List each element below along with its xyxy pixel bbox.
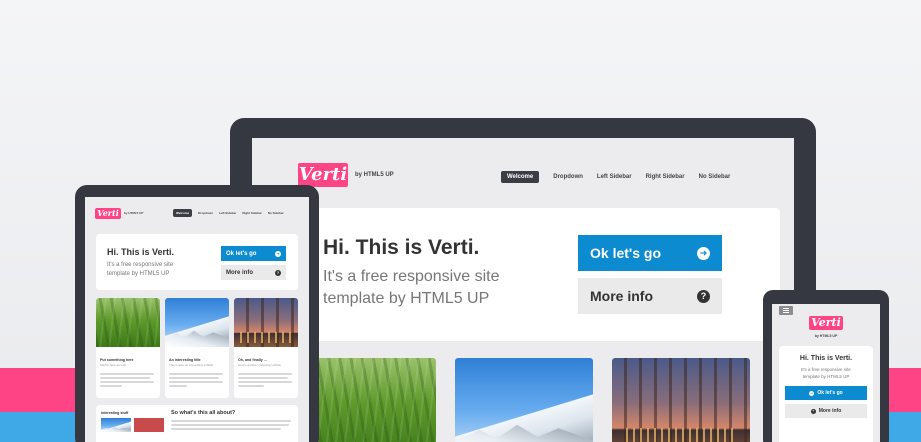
hero-subtitle-line2-tablet: template by HTML5 UP bbox=[107, 271, 170, 277]
card-text-line bbox=[100, 381, 154, 383]
feature-card-city bbox=[612, 358, 750, 442]
hero-title-phone: Hi. This is Verti. bbox=[799, 355, 853, 362]
city-lights-image[interactable] bbox=[234, 298, 298, 347]
section-about-title: So what's this all about? bbox=[171, 410, 236, 416]
arrow-right-circle-icon: ➜ bbox=[697, 246, 710, 260]
card-text-line bbox=[238, 377, 288, 379]
ok-lets-go-label-phone: Ok let's go bbox=[817, 390, 843, 396]
lower-section-tablet: Interesting stuff So what's this all abo… bbox=[96, 405, 298, 442]
question-circle-icon: ? bbox=[810, 408, 816, 414]
feature-card-mountain bbox=[455, 358, 593, 442]
snowy-mountains-image[interactable] bbox=[165, 298, 229, 347]
hero-title: Hi. This is Verti. bbox=[323, 236, 480, 259]
site-logo-tablet[interactable]: Verti bbox=[95, 208, 121, 219]
more-info-button[interactable]: More info ? bbox=[578, 278, 722, 314]
hero-title-tablet: Hi. This is Verti. bbox=[107, 247, 175, 257]
more-info-label: More info bbox=[590, 288, 653, 304]
nav-dropdown-tablet[interactable]: Dropdown bbox=[198, 211, 213, 215]
nav-left-sidebar-tablet[interactable]: Left Sidebar bbox=[219, 211, 236, 215]
ok-lets-go-button-tablet[interactable]: Ok let's go ➜ bbox=[221, 246, 286, 261]
site-logo[interactable]: Verti bbox=[298, 163, 348, 187]
hero-subtitle-line2: template by HTML5 UP bbox=[323, 290, 490, 307]
more-info-label-phone: More info bbox=[818, 408, 842, 414]
site-tagline-phone: by HTML5 UP bbox=[814, 334, 838, 338]
ok-lets-go-button[interactable]: Ok let's go ➜ bbox=[578, 235, 722, 271]
phone-frame: Verti by HTML5 UP Hi. This is Verti. It'… bbox=[763, 290, 889, 442]
hero-subtitle-line1-phone: It's a free responsive site bbox=[801, 367, 851, 372]
city-lights-image[interactable] bbox=[612, 358, 750, 442]
more-info-button-tablet[interactable]: More info ? bbox=[221, 265, 286, 280]
hero-panel: Hi. This is Verti. It's a free responsiv… bbox=[300, 208, 780, 341]
question-circle-icon: ? bbox=[275, 269, 281, 276]
wheat-field-image[interactable] bbox=[300, 358, 436, 442]
card-text-line bbox=[238, 381, 292, 383]
card-text-line bbox=[169, 373, 223, 375]
hero-subtitle-line1-tablet: It's a free responsive site bbox=[107, 262, 174, 268]
card-text-line bbox=[238, 385, 264, 387]
hero-panel-tablet: Hi. This is Verti. It's a free responsiv… bbox=[96, 234, 298, 290]
nav-right-sidebar-tablet[interactable]: Right Sidebar bbox=[242, 211, 262, 215]
site-tagline-tablet: by HTML5 UP bbox=[124, 211, 144, 215]
more-info-label-tablet: More info bbox=[226, 269, 253, 276]
mini-thumbnail[interactable] bbox=[134, 418, 164, 432]
feature-card-mountain-tablet: An interesting title This is also an int… bbox=[165, 298, 229, 398]
card-subtitle: This is also an interesting subtitle bbox=[169, 363, 214, 367]
card-text-line bbox=[169, 381, 223, 383]
snowy-mountains-image[interactable] bbox=[455, 358, 593, 442]
main-nav-tablet: Welcome Dropdown Left Sidebar Right Side… bbox=[173, 209, 284, 217]
card-subtitle: Here's another intriguing subtitle bbox=[238, 363, 281, 367]
nav-welcome-tablet[interactable]: Welcome bbox=[173, 209, 193, 217]
card-title: Oh, and finally ... bbox=[238, 358, 267, 362]
question-circle-icon: ? bbox=[697, 289, 710, 303]
wheat-field-image[interactable] bbox=[96, 298, 160, 347]
site-tagline: by HTML5 UP bbox=[355, 172, 394, 178]
nav-right-sidebar[interactable]: Right Sidebar bbox=[646, 174, 685, 180]
hero-panel-phone: Hi. This is Verti. It's a free responsiv… bbox=[779, 346, 873, 442]
card-text-line bbox=[169, 385, 187, 387]
hero-subtitle-line1: It's a free responsive site bbox=[323, 268, 500, 285]
card-title: An interesting title bbox=[169, 358, 201, 362]
menu-icon[interactable] bbox=[779, 306, 793, 315]
ok-lets-go-label-tablet: Ok let's go bbox=[226, 250, 257, 257]
card-text-line bbox=[100, 385, 122, 387]
section-text-line bbox=[171, 424, 289, 426]
feature-card-wheat bbox=[300, 358, 436, 442]
tablet-frame: Verti by HTML5 UP Welcome Dropdown Left … bbox=[75, 185, 319, 442]
nav-welcome[interactable]: Welcome bbox=[501, 171, 540, 183]
hero-subtitle-line2-phone: template by HTML5 UP bbox=[802, 374, 850, 379]
ok-lets-go-label: Ok let's go bbox=[590, 245, 662, 261]
main-nav: Welcome Dropdown Left Sidebar Right Side… bbox=[501, 171, 730, 183]
arrow-right-circle-icon: ➜ bbox=[809, 390, 815, 396]
feature-card-city-tablet: Oh, and finally ... Here's another intri… bbox=[234, 298, 298, 398]
mini-thumbnail[interactable] bbox=[101, 418, 131, 432]
arrow-right-circle-icon: ➜ bbox=[275, 250, 281, 257]
nav-no-sidebar-tablet[interactable]: No Sidebar bbox=[268, 211, 284, 215]
card-text-line bbox=[169, 377, 219, 379]
phone-screen: Verti by HTML5 UP Hi. This is Verti. It'… bbox=[772, 304, 880, 442]
nav-no-sidebar[interactable]: No Sidebar bbox=[699, 174, 731, 180]
nav-dropdown[interactable]: Dropdown bbox=[553, 174, 583, 180]
laptop-screen: Verti by HTML5 UP Welcome Dropdown Left … bbox=[252, 138, 794, 442]
card-text-line bbox=[100, 373, 154, 375]
feature-card-wheat-tablet: Put something here Maybe here as well bbox=[96, 298, 160, 398]
card-text-line bbox=[238, 373, 292, 375]
ok-lets-go-button-phone[interactable]: ➜ Ok let's go bbox=[785, 386, 867, 400]
card-text-line bbox=[100, 377, 150, 379]
section-interesting-title: Interesting stuff bbox=[101, 411, 129, 415]
site-logo-phone[interactable]: Verti bbox=[809, 316, 843, 330]
card-subtitle: Maybe here as well bbox=[100, 363, 126, 367]
more-info-button-phone[interactable]: ? More info bbox=[785, 404, 867, 418]
nav-left-sidebar[interactable]: Left Sidebar bbox=[597, 174, 632, 180]
section-text-line bbox=[171, 428, 281, 430]
card-title: Put something here bbox=[100, 358, 134, 362]
section-text-line bbox=[171, 420, 291, 422]
tablet-screen: Verti by HTML5 UP Welcome Dropdown Left … bbox=[85, 197, 309, 442]
